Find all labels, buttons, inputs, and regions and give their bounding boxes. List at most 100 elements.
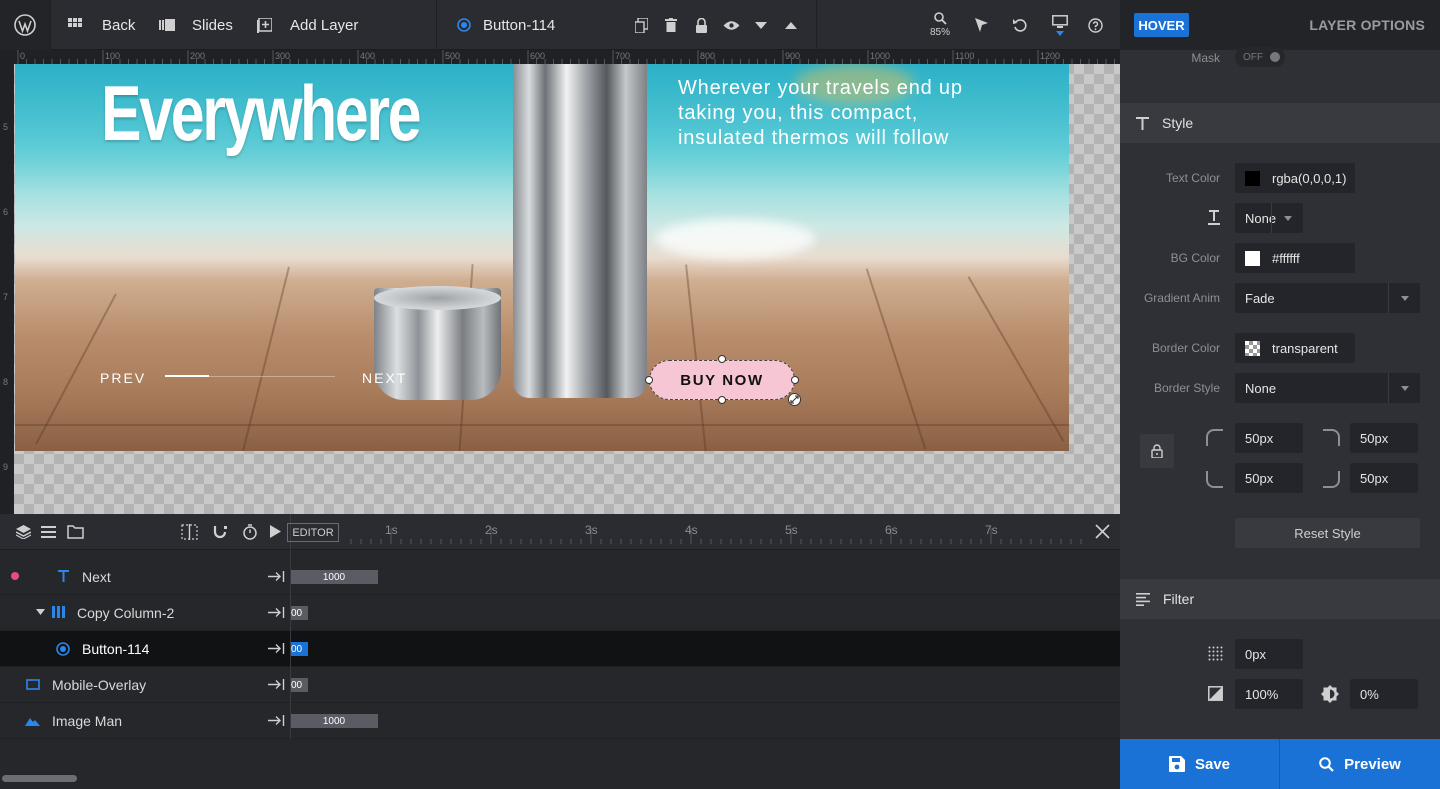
ruler-mark: 400: [360, 51, 376, 61]
align-end-icon[interactable]: [268, 643, 285, 654]
shape-layer-icon: [26, 679, 40, 690]
timeline-row-copy-column[interactable]: Copy Column-2 00: [0, 595, 1120, 631]
folder-icon[interactable]: [67, 525, 84, 539]
radius-top-left-field[interactable]: 50px: [1235, 423, 1303, 453]
bg-color-swatch: [1245, 250, 1260, 266]
text-decoration-select[interactable]: None: [1235, 203, 1303, 233]
headline-text[interactable]: Everywhere: [101, 68, 422, 159]
timeline-row-next[interactable]: Next 1000: [0, 559, 1120, 595]
save-button[interactable]: Save: [1120, 739, 1279, 789]
duplicate-button[interactable]: [632, 0, 650, 50]
radius-bottom-right-field[interactable]: 50px: [1350, 463, 1418, 493]
lock-button[interactable]: [693, 0, 709, 50]
prev-nav-text[interactable]: PREV: [100, 370, 146, 386]
list-icon[interactable]: [41, 526, 56, 538]
align-end-icon[interactable]: [268, 715, 285, 726]
resize-handle-right[interactable]: [791, 376, 799, 384]
panel-title[interactable]: LAYER OPTIONS: [1309, 17, 1425, 33]
layer-duration-bar[interactable]: 00: [290, 642, 308, 656]
thermos-cup-rim: [374, 286, 501, 310]
back-button[interactable]: Back: [68, 0, 135, 50]
slides-button[interactable]: Slides: [159, 0, 233, 50]
cursor-icon: [974, 18, 988, 32]
layers-icon[interactable]: [16, 525, 31, 539]
move-up-button[interactable]: [783, 0, 799, 50]
horizontal-scrollbar[interactable]: [2, 775, 77, 782]
close-icon[interactable]: [1095, 524, 1110, 539]
align-end-icon[interactable]: [268, 679, 285, 690]
timeline-row-image-man[interactable]: Image Man 1000: [0, 703, 1120, 739]
slide-stage[interactable]: Everywhere Wherever your travels end up …: [15, 64, 1069, 451]
layer-name: Mobile-Overlay: [52, 677, 147, 693]
visibility-button[interactable]: [722, 0, 740, 50]
hover-mode-button[interactable]: HOVER: [1134, 13, 1189, 37]
text-color-field[interactable]: rgba(0,0,0,1): [1235, 163, 1355, 193]
brightness-field[interactable]: 0%: [1350, 679, 1418, 709]
grayscale-field[interactable]: 100%: [1235, 679, 1303, 709]
style-section-title: Style: [1162, 115, 1194, 131]
tagline-text[interactable]: Wherever your travels end up taking you,…: [678, 76, 998, 151]
ruler-mark: 900: [785, 51, 801, 61]
reset-style-button[interactable]: Reset Style: [1235, 518, 1420, 548]
current-layer-selector[interactable]: Button-114: [457, 0, 555, 50]
keyframe-dot: [11, 572, 19, 580]
mask-toggle[interactable]: OFF: [1235, 47, 1285, 67]
wordpress-logo[interactable]: [0, 0, 50, 50]
undo-button[interactable]: [1012, 0, 1028, 50]
align-end-icon[interactable]: [268, 607, 285, 618]
play-icon[interactable]: [270, 525, 281, 538]
magnifier-icon: [933, 12, 947, 25]
grayscale-icon: [1208, 686, 1223, 701]
resize-handle-bottom[interactable]: [718, 396, 726, 404]
buy-now-button[interactable]: BUY NOW: [649, 360, 795, 400]
timeline-ruler[interactable]: EDITOR 1s 2s 3s 4s 5s 6s 7s: [287, 514, 1120, 550]
add-layer-button[interactable]: Add Layer: [257, 0, 358, 50]
thermos-bottle-image: [513, 64, 647, 398]
layer-name: Image Man: [52, 713, 123, 729]
ruler-mark: 200: [190, 51, 206, 61]
triangle-down-icon: [755, 21, 767, 29]
resize-handle-top[interactable]: [718, 355, 726, 363]
timeline-row-button-selected[interactable]: Button-114 00: [0, 631, 1120, 667]
layer-duration-bar[interactable]: 00: [290, 678, 308, 692]
move-down-button[interactable]: [753, 0, 769, 50]
zoom-control[interactable]: 85%: [925, 0, 955, 50]
add-layer-icon: [257, 17, 272, 33]
ruler-mark: 9: [3, 462, 9, 472]
ruler-horizontal: 0 100 200 300 400 500 600 700 800 900 1000 1100 1200: [0, 50, 1120, 64]
layer-duration-bar[interactable]: 1000: [290, 714, 378, 728]
bg-color-field[interactable]: #ffffff: [1235, 243, 1355, 273]
timeline-row-mobile-overlay[interactable]: Mobile-Overlay 00: [0, 667, 1120, 703]
chevron-down-icon: [1056, 30, 1064, 36]
timeline-panel: EDITOR 1s 2s 3s 4s 5s 6s 7s Next 1000 Copy Col…: [0, 514, 1120, 789]
layer-duration-bar[interactable]: 00: [290, 606, 308, 620]
border-color-field[interactable]: transparent: [1235, 333, 1355, 363]
radius-bottom-left-field[interactable]: 50px: [1235, 463, 1303, 493]
filter-section-header[interactable]: Filter: [1120, 579, 1440, 619]
magnet-icon[interactable]: [212, 524, 228, 540]
stopwatch-icon[interactable]: [242, 524, 258, 540]
help-button[interactable]: [1087, 0, 1103, 50]
align-end-icon[interactable]: [268, 571, 285, 582]
preview-button[interactable]: Preview: [1280, 739, 1440, 789]
text-color-swatch: [1245, 170, 1260, 186]
style-section-header[interactable]: Style: [1120, 103, 1440, 143]
radius-lock-button[interactable]: [1140, 434, 1174, 468]
layer-name: Copy Column-2: [77, 605, 175, 621]
resize-corner-handle[interactable]: [788, 393, 801, 406]
border-style-select[interactable]: None: [1235, 373, 1420, 403]
device-desktop-button[interactable]: [1050, 0, 1070, 50]
layer-duration-bar[interactable]: 1000: [290, 570, 378, 584]
blur-field[interactable]: 0px: [1235, 639, 1303, 669]
next-nav-text[interactable]: NEXT: [362, 370, 407, 386]
timeline-tick-label: 4s: [685, 523, 698, 537]
resize-handle-left[interactable]: [645, 376, 653, 384]
snap-grid-icon[interactable]: [181, 524, 198, 540]
radius-top-right-field[interactable]: 50px: [1350, 423, 1418, 453]
delete-button[interactable]: [663, 0, 679, 50]
chevron-down-icon[interactable]: [36, 609, 45, 615]
filter-section-title: Filter: [1163, 591, 1195, 607]
mask-toggle-value: OFF: [1243, 51, 1263, 63]
select-tool-button[interactable]: [973, 0, 989, 50]
gradient-anim-select[interactable]: Fade: [1235, 283, 1420, 313]
